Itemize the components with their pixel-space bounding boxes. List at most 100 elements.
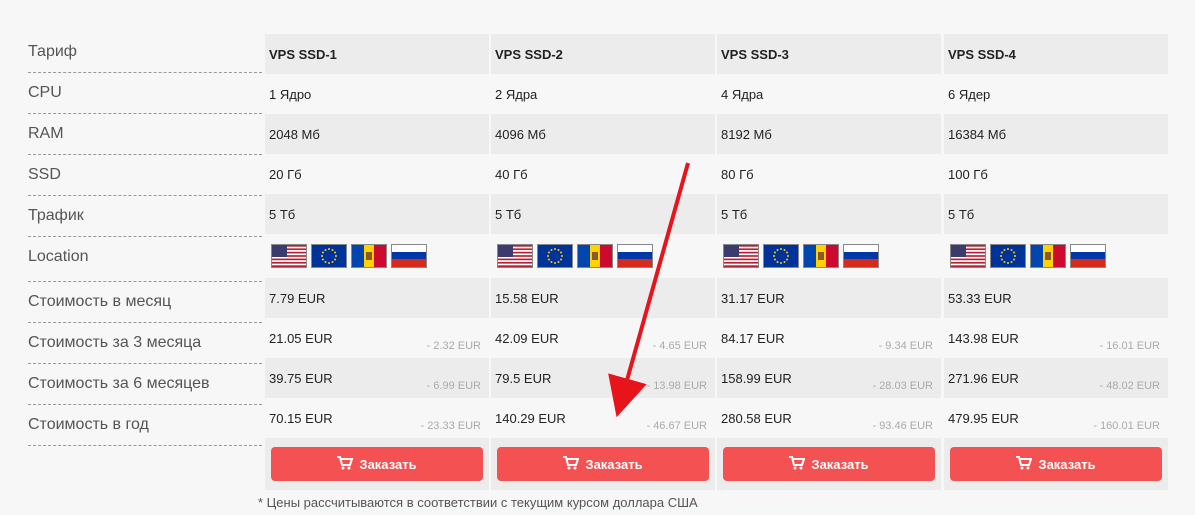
plan-cpu: 6 Ядер [944,74,1168,114]
plan-price-3-months: 21.05 EUR - 2.32 EUR [265,318,489,358]
order-cell: Заказать [944,438,1168,490]
discount-value: - 46.67 EUR [646,420,707,432]
plan-title: VPS SSD-1 [265,34,489,74]
order-button[interactable]: Заказать [723,447,935,481]
discount-value: - 2.32 EUR [426,340,481,352]
plan-traffic: 5 Тб [491,194,715,234]
label-tariff: Тариф [28,32,262,73]
plan-price-year: 479.95 EUR - 160.01 EUR [944,398,1168,438]
plan-price-3-months: 84.17 EUR - 9.34 EUR [717,318,941,358]
plan-price-3-months: 143.98 EUR - 16.01 EUR [944,318,1168,358]
plan-locations [265,234,489,278]
plan-price-6-months: 271.96 EUR - 48.02 EUR [944,358,1168,398]
plan-title: VPS SSD-4 [944,34,1168,74]
label-price-3-months: Стоимость за 3 месяца [28,323,262,364]
cart-icon [789,455,806,473]
plan-column-2: VPS SSD-2 2 Ядра 4096 Мб 40 Гб 5 Тб 15.58 EUR… [491,34,715,490]
plan-column-3: VPS SSD-3 4 Ядра 8192 Мб 80 Гб 5 Тб 31.17 EUR… [717,34,941,490]
plan-column-4: VPS SSD-4 6 Ядер 16384 Мб 100 Гб 5 Тб 53.33 E… [944,34,1168,490]
plan-title: VPS SSD-3 [717,34,941,74]
row-labels: Тариф CPU RAM SSD Трафик Location Стоимо… [28,32,262,446]
plan-traffic: 5 Тб [265,194,489,234]
discount-value: - 23.33 EUR [420,420,481,432]
price-value: 479.95 EUR [948,410,1019,426]
plan-cpu: 4 Ядра [717,74,941,114]
price-value: 21.05 EUR [269,330,333,346]
discount-value: - 13.98 EUR [646,380,707,392]
price-value: 7.79 EUR [269,290,326,306]
plan-price-month: 53.33 EUR [944,278,1168,318]
order-button[interactable]: Заказать [497,447,709,481]
order-cell: Заказать [491,438,715,490]
label-ram: RAM [28,114,262,155]
eu-flag-icon [990,244,1026,268]
price-value: 70.15 EUR [269,410,333,426]
plan-price-year: 280.58 EUR - 93.46 EUR [717,398,941,438]
plan-locations [717,234,941,278]
label-ssd: SSD [28,155,262,196]
plan-price-month: 7.79 EUR [265,278,489,318]
discount-value: - 16.01 EUR [1099,340,1160,352]
plan-ssd: 20 Гб [265,154,489,194]
label-price-year: Стоимость в год [28,405,262,446]
moldova-flag-icon [577,244,613,268]
plan-price-6-months: 158.99 EUR - 28.03 EUR [717,358,941,398]
price-value: 53.33 EUR [948,290,1012,306]
order-cell: Заказать [717,438,941,490]
us-flag-icon [950,244,986,268]
plan-price-year: 140.29 EUR - 46.67 EUR [491,398,715,438]
discount-value: - 160.01 EUR [1093,420,1160,432]
discount-value: - 9.34 EUR [878,340,933,352]
russia-flag-icon [843,244,879,268]
moldova-flag-icon [351,244,387,268]
discount-value: - 4.65 EUR [652,340,707,352]
cart-icon [337,455,354,473]
label-cpu: CPU [28,73,262,114]
order-button[interactable]: Заказать [271,447,483,481]
plan-ssd: 80 Гб [717,154,941,194]
cart-icon [563,455,580,473]
moldova-flag-icon [1030,244,1066,268]
plan-locations [944,234,1168,278]
plan-column-1: VPS SSD-1 1 Ядро 2048 Мб 20 Гб 5 Тб 7.79 EUR 2… [265,34,489,490]
label-price-month: Стоимость в месяц [28,282,262,323]
price-value: 143.98 EUR [948,330,1019,346]
us-flag-icon [497,244,533,268]
plan-price-month: 31.17 EUR [717,278,941,318]
plan-ram: 8192 Мб [717,114,941,154]
plan-ram: 16384 Мб [944,114,1168,154]
order-button-label: Заказать [585,456,643,472]
label-location: Location [28,237,262,282]
price-value: 140.29 EUR [495,410,566,426]
discount-value: - 48.02 EUR [1099,380,1160,392]
russia-flag-icon [391,244,427,268]
plan-ssd: 40 Гб [491,154,715,194]
eu-flag-icon [311,244,347,268]
label-traffic: Трафик [28,196,262,237]
plan-traffic: 5 Тб [944,194,1168,234]
price-value: 15.58 EUR [495,290,559,306]
price-value: 84.17 EUR [721,330,785,346]
plan-price-year: 70.15 EUR - 23.33 EUR [265,398,489,438]
price-value: 79.5 EUR [495,370,552,386]
order-button-label: Заказать [811,456,869,472]
eu-flag-icon [537,244,573,268]
eu-flag-icon [763,244,799,268]
plan-price-6-months: 79.5 EUR - 13.98 EUR [491,358,715,398]
plan-traffic: 5 Тб [717,194,941,234]
plan-cpu: 1 Ядро [265,74,489,114]
discount-value: - 93.46 EUR [872,420,933,432]
moldova-flag-icon [803,244,839,268]
plan-ram: 4096 Мб [491,114,715,154]
us-flag-icon [723,244,759,268]
plan-price-3-months: 42.09 EUR - 4.65 EUR [491,318,715,358]
plan-price-month: 15.58 EUR [491,278,715,318]
order-button-label: Заказать [359,456,417,472]
price-value: 271.96 EUR [948,370,1019,386]
price-value: 158.99 EUR [721,370,792,386]
plan-price-6-months: 39.75 EUR - 6.99 EUR [265,358,489,398]
order-button[interactable]: Заказать [950,447,1162,481]
plan-title: VPS SSD-2 [491,34,715,74]
price-value: 39.75 EUR [269,370,333,386]
cart-icon [1016,455,1033,473]
